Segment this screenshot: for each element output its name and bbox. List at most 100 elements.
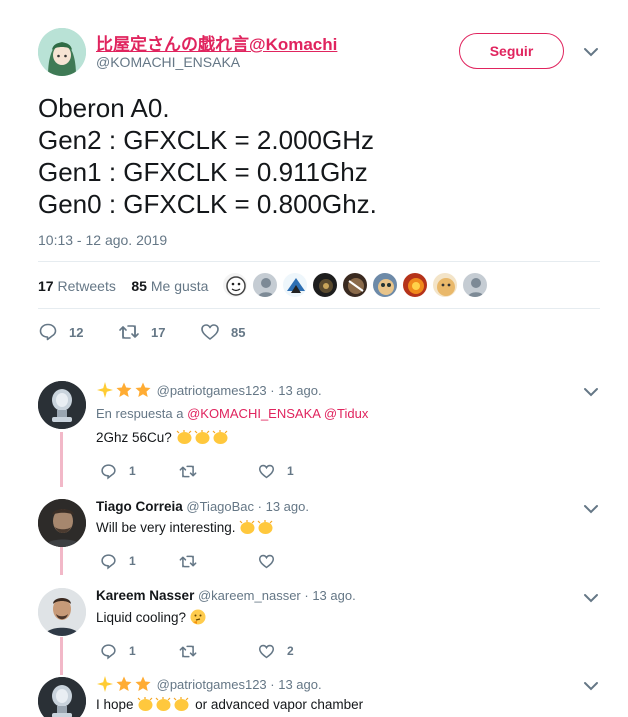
- reply-date[interactable]: · 13 ago.: [270, 677, 321, 692]
- like-count: 85: [231, 324, 246, 340]
- heart-icon: [258, 464, 275, 478]
- reply-handle[interactable]: @patriotgames123: [157, 677, 267, 692]
- likes-count: 85: [131, 278, 147, 294]
- retweet-action[interactable]: [178, 641, 210, 661]
- reply-action[interactable]: 1: [100, 461, 136, 481]
- liker-avatar[interactable]: [282, 272, 308, 298]
- reply-icon: [101, 463, 116, 479]
- star-icon: [116, 382, 132, 397]
- author-handle[interactable]: @KOMACHI_ENSAKA: [96, 54, 240, 70]
- retweets-stat[interactable]: 17 Retweets: [38, 278, 116, 294]
- like-action[interactable]: 1: [258, 461, 294, 481]
- retweet-icon: [179, 645, 197, 657]
- chevron-down-icon[interactable]: [583, 46, 599, 58]
- like-action[interactable]: 2: [258, 641, 294, 661]
- follow-button[interactable]: Seguir: [459, 33, 564, 69]
- tweet-line: Gen2 : GFXCLK = 2.000GHz: [38, 125, 374, 155]
- chevron-down-icon[interactable]: [583, 386, 599, 398]
- reply-text-before: I hope: [96, 697, 134, 712]
- reply-tweet[interactable]: Tiago Correia @TiagoBac · 13 ago. Will b…: [0, 492, 628, 577]
- like-count: 2: [287, 644, 294, 658]
- heart-icon: [201, 324, 219, 340]
- retweet-icon: [119, 325, 139, 339]
- thinking-face-icon: [190, 609, 206, 625]
- reply-text-after: or advanced vapor chamber: [195, 697, 364, 712]
- liker-avatar[interactable]: [342, 272, 368, 298]
- in-reply-prefix: En respuesta a: [96, 406, 184, 421]
- reply-text: 2Ghz 56Cu?: [96, 430, 230, 445]
- author-avatar[interactable]: [38, 28, 86, 76]
- reply-action[interactable]: 12: [38, 320, 83, 344]
- reply-text: I hope or advanced vapor chamber: [96, 697, 363, 712]
- retweet-action[interactable]: [178, 461, 210, 481]
- divider: [38, 261, 600, 262]
- reply-handle[interactable]: @patriotgames123: [157, 383, 267, 398]
- reply-text-content: Liquid cooling?: [96, 610, 187, 625]
- sparkles-icon: [97, 382, 113, 398]
- clap-icon: [155, 697, 171, 711]
- liker-avatar[interactable]: [402, 272, 428, 298]
- retweet-icon: [179, 465, 197, 477]
- reply-tweet[interactable]: Kareem Nasser @kareem_nasser · 13 ago. L…: [0, 580, 628, 670]
- reply-header: Tiago Correia @TiagoBac · 13 ago.: [96, 499, 309, 514]
- clap-icon: [176, 430, 192, 444]
- in-reply-to: En respuesta a @KOMACHI_ENSAKA @Tidux: [96, 406, 368, 421]
- reply-tweet[interactable]: @patriotgames123 · 13 ago. I hope or adv…: [0, 670, 628, 717]
- reply-header: Kareem Nasser @kareem_nasser · 13 ago.: [96, 588, 356, 603]
- chevron-down-icon[interactable]: [583, 592, 599, 604]
- reply-avatar[interactable]: [38, 588, 86, 636]
- reply-action[interactable]: 1: [100, 641, 136, 661]
- chevron-down-icon[interactable]: [583, 680, 599, 692]
- liker-avatar[interactable]: [312, 272, 338, 298]
- liker-avatar[interactable]: [432, 272, 458, 298]
- reply-header: @patriotgames123 · 13 ago.: [96, 675, 322, 693]
- like-action[interactable]: [258, 551, 287, 571]
- like-action[interactable]: 85: [200, 320, 245, 344]
- reply-icon: [39, 323, 57, 341]
- reply-avatar[interactable]: [38, 677, 86, 717]
- heart-icon: [258, 644, 275, 658]
- retweet-icon: [179, 555, 197, 567]
- like-count: 1: [287, 464, 294, 478]
- clap-icon: [239, 520, 255, 534]
- reply-text-content: 2Ghz 56Cu?: [96, 430, 172, 445]
- liker-avatar[interactable]: [222, 272, 248, 298]
- reply-avatar[interactable]: [38, 499, 86, 547]
- liker-avatar[interactable]: [462, 272, 488, 298]
- main-tweet: 比屋定さんの戯れ言@Komachi @KOMACHI_ENSAKA Seguir…: [0, 0, 628, 360]
- reply-text: Will be very interesting.: [96, 520, 275, 535]
- retweet-count: 17: [151, 324, 166, 340]
- mention-link[interactable]: @Tidux: [324, 406, 369, 421]
- tweet-line: Oberon A0.: [38, 93, 170, 123]
- star-icon: [135, 382, 151, 397]
- reply-date[interactable]: · 13 ago.: [258, 499, 309, 514]
- reply-avatar[interactable]: [38, 381, 86, 429]
- reply-date[interactable]: · 13 ago.: [304, 588, 355, 603]
- tweet-line: Gen0 : GFXCLK = 0.800Ghz.: [38, 189, 377, 219]
- reply-date[interactable]: · 13 ago.: [270, 383, 321, 398]
- clap-icon: [194, 430, 210, 444]
- reply-handle[interactable]: @kareem_nasser: [198, 588, 301, 603]
- reply-author-name[interactable]: Kareem Nasser: [96, 588, 194, 603]
- reply-text-content: Will be very interesting.: [96, 520, 236, 535]
- retweets-label: Retweets: [57, 278, 116, 294]
- reply-header: @patriotgames123 · 13 ago.: [96, 381, 322, 399]
- reply-author-name[interactable]: Tiago Correia: [96, 499, 183, 514]
- clap-icon: [173, 697, 189, 711]
- likes-stat[interactable]: 85 Me gusta: [131, 278, 208, 294]
- reply-handle[interactable]: @TiagoBac: [186, 499, 254, 514]
- author-name[interactable]: 比屋定さんの戯れ言@Komachi: [96, 30, 337, 55]
- retweet-action[interactable]: 17: [118, 320, 165, 344]
- retweet-action[interactable]: [178, 551, 210, 571]
- liker-avatar[interactable]: [372, 272, 398, 298]
- chevron-down-icon[interactable]: [583, 503, 599, 515]
- reply-text: Liquid cooling?: [96, 609, 207, 625]
- reply-action[interactable]: 1: [100, 551, 136, 571]
- liker-avatar[interactable]: [252, 272, 278, 298]
- mention-link[interactable]: @KOMACHI_ENSAKA: [187, 406, 320, 421]
- retweets-count: 17: [38, 278, 54, 294]
- reply-count: 12: [69, 324, 84, 340]
- tweet-timestamp[interactable]: 10:13 - 12 ago. 2019: [38, 232, 167, 248]
- reply-icon: [101, 643, 116, 659]
- reply-tweet[interactable]: @patriotgames123 · 13 ago. En respuesta …: [0, 375, 628, 485]
